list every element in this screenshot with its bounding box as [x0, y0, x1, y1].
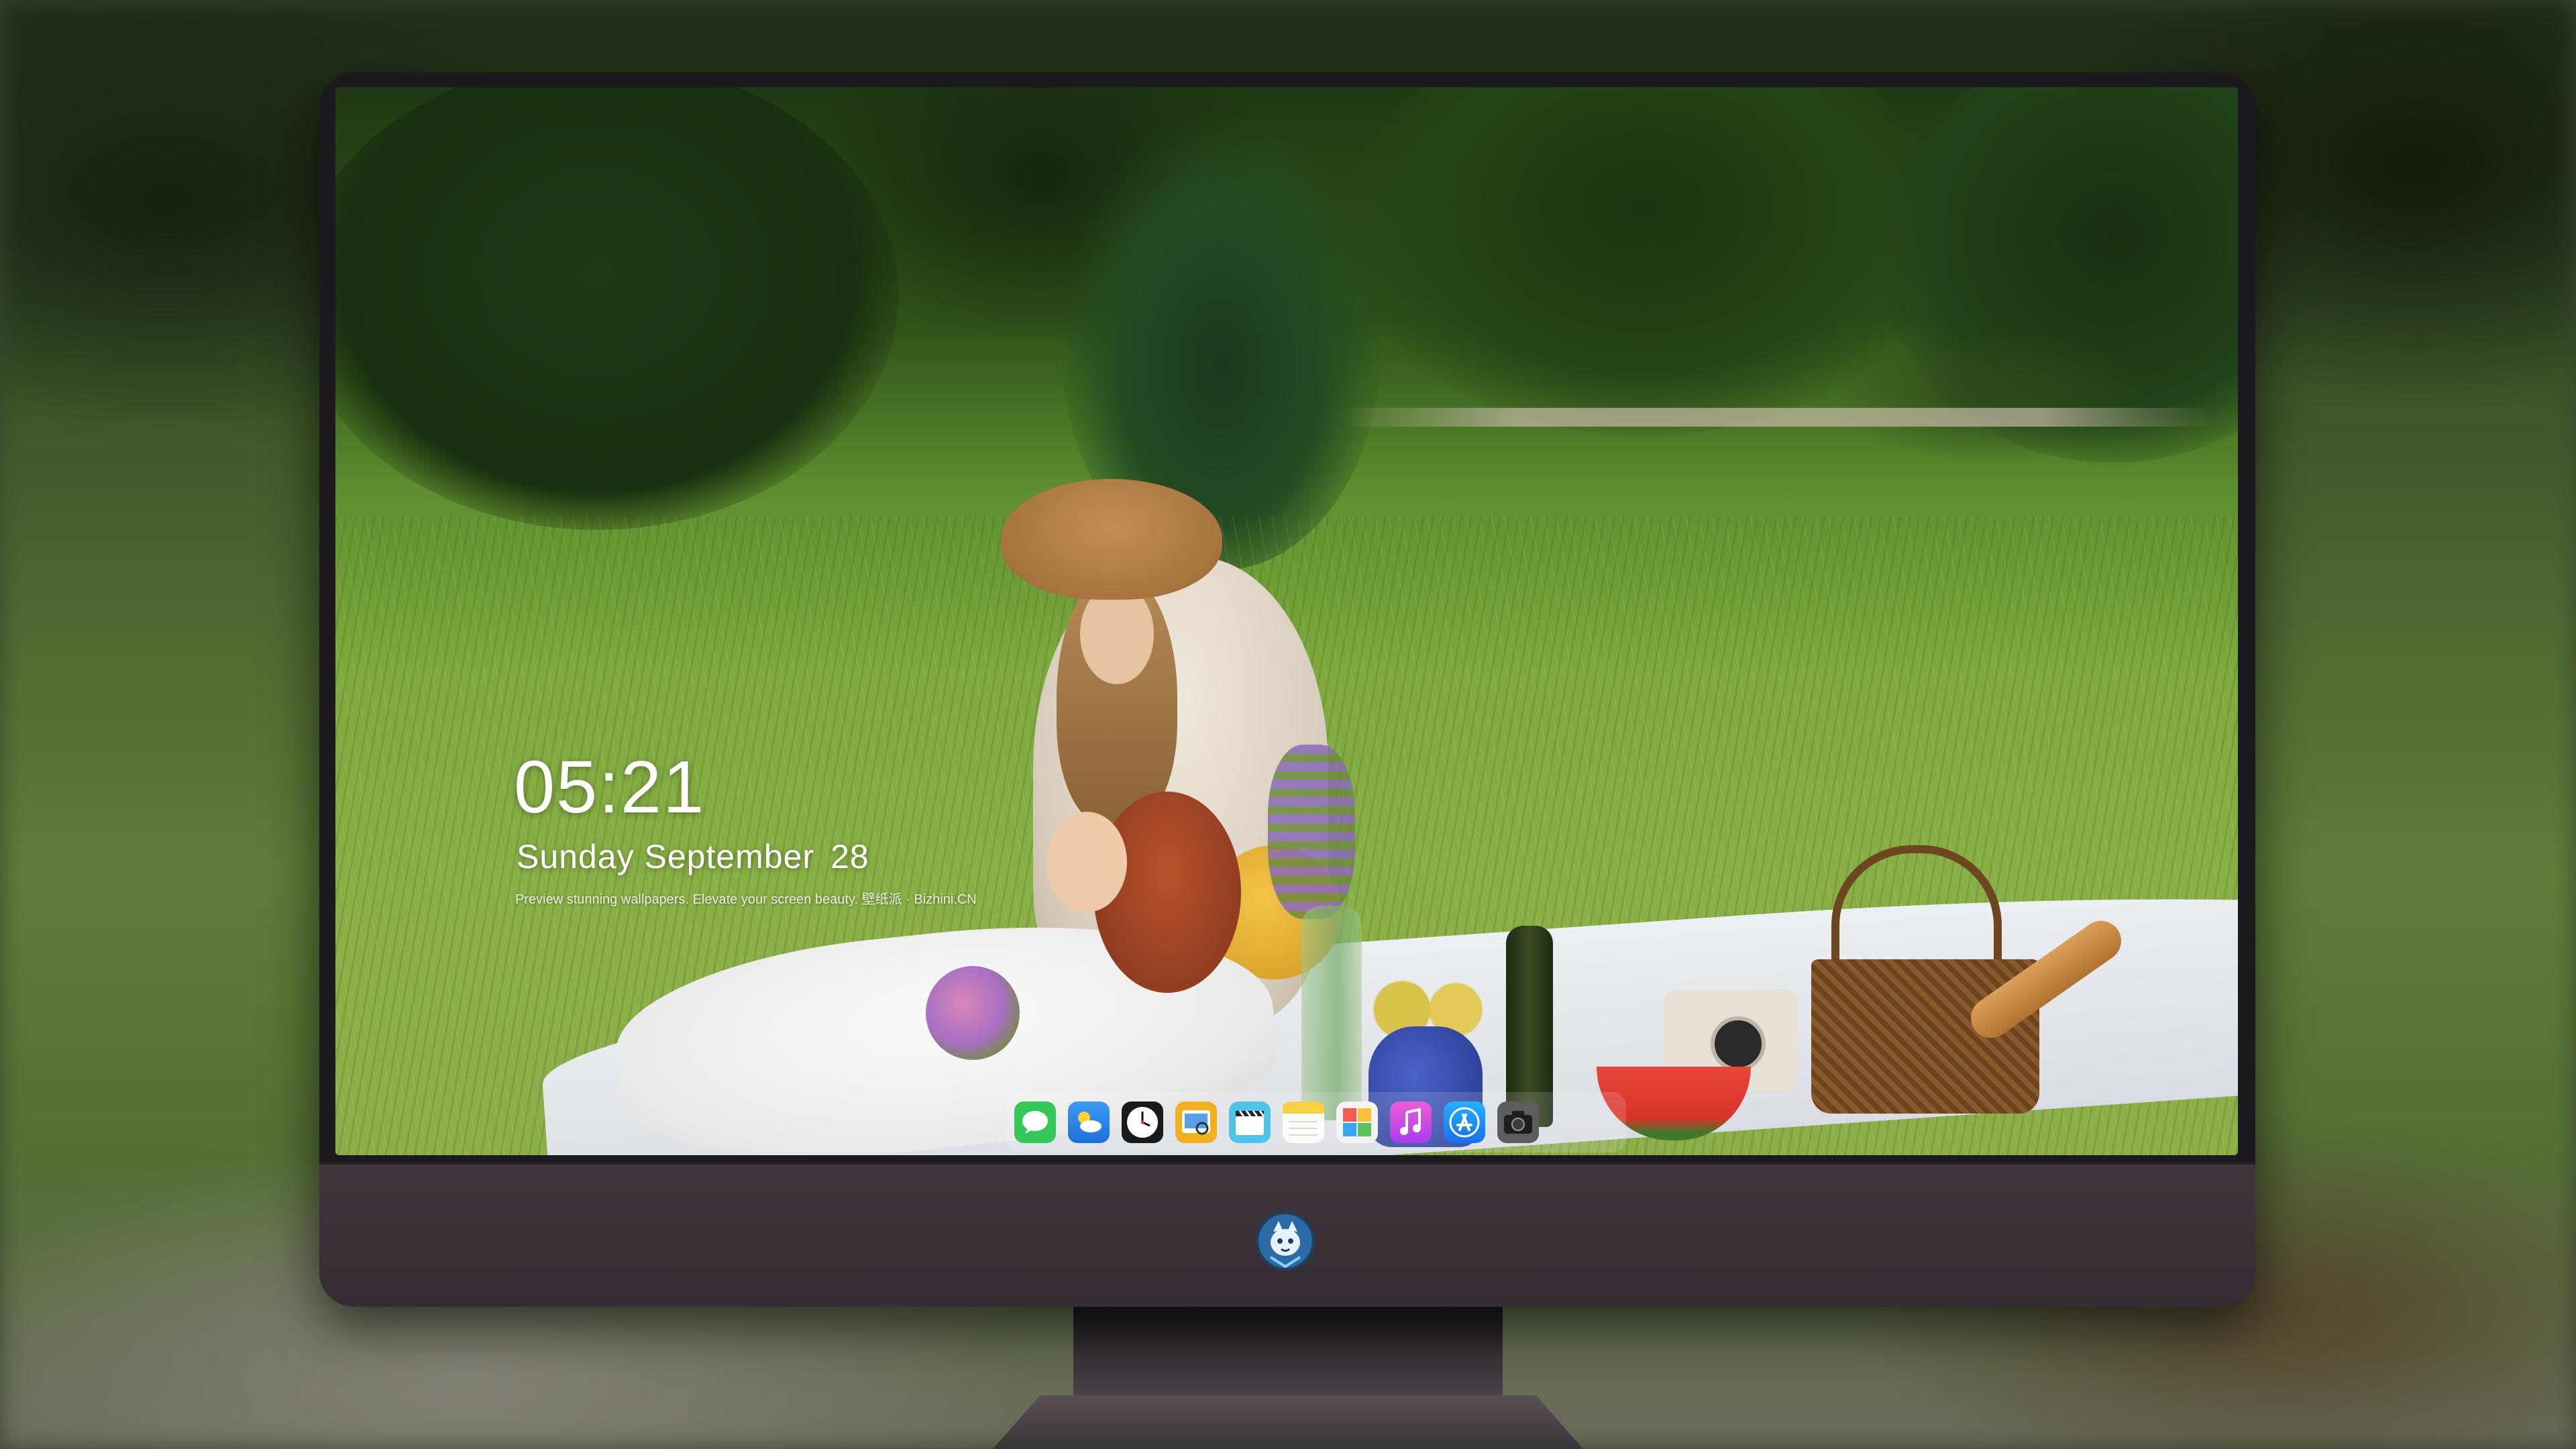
desktop-scene: 05:21 Sunday September 28 Preview stunnin…	[0, 0, 2576, 1449]
clock-day: 28	[830, 838, 869, 875]
clock-time: 05:21	[514, 746, 706, 828]
camera-icon[interactable]	[1497, 1102, 1539, 1143]
wallpaper-bouquet	[926, 966, 1020, 1060]
wallpaper-radio-dial	[1711, 1016, 1766, 1071]
wallpaper-face	[1046, 812, 1127, 912]
clock-icon[interactable]	[1122, 1102, 1163, 1143]
music-icon[interactable]	[1390, 1102, 1432, 1143]
photos-icon[interactable]	[1336, 1102, 1378, 1143]
clock-month: September	[644, 838, 815, 875]
clock-date: Sunday September 28	[517, 837, 869, 876]
wallpaper-path	[1342, 408, 2214, 427]
wallpaper-bottle	[1301, 906, 1362, 1120]
wallpaper-caption: Preview stunning wallpapers. Elevate you…	[515, 892, 977, 907]
weather-icon[interactable]	[1068, 1102, 1110, 1143]
messages-icon[interactable]	[1014, 1102, 1056, 1143]
preview-icon[interactable]	[1175, 1102, 1217, 1143]
app-store-icon[interactable]	[1444, 1102, 1485, 1143]
wallpaper-lavender	[1268, 745, 1355, 919]
monitor-stand-neck	[1073, 1307, 1503, 1401]
monitor-chin	[319, 1162, 2255, 1307]
notes-icon[interactable]	[1283, 1102, 1324, 1143]
wallpaper-hedge	[1838, 329, 2147, 463]
brand-logo-icon	[1253, 1209, 1318, 1273]
wallpaper-hat	[1001, 479, 1222, 600]
clock-weekday: Sunday	[517, 838, 635, 875]
clips-icon[interactable]	[1229, 1102, 1271, 1143]
monitor-stand-base	[993, 1395, 1583, 1449]
screen: 05:21 Sunday September 28 Preview stunnin…	[335, 87, 2238, 1155]
monitor: 05:21 Sunday September 28 Preview stunnin…	[319, 72, 2255, 1307]
dock	[1006, 1092, 1626, 1152]
